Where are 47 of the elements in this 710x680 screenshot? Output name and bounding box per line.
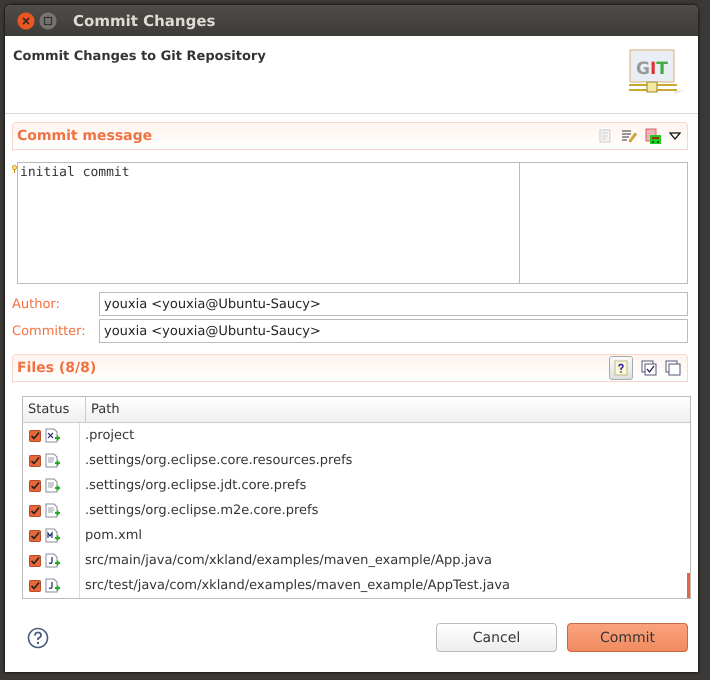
xml-file-icon: [45, 428, 61, 444]
lightbulb-icon: [12, 165, 17, 173]
committer-field[interactable]: youxia <youxia@Ubuntu-Saucy>: [99, 319, 688, 343]
message-field[interactable]: initial commit: [17, 162, 688, 284]
signoff-icon[interactable]: [645, 128, 661, 144]
pencil-icon[interactable]: [621, 128, 637, 144]
text-file-icon: [45, 452, 61, 468]
section-title: Commit message: [17, 128, 152, 144]
author-field[interactable]: youxia <youxia@Ubuntu-Saucy>: [99, 292, 688, 316]
checkbox[interactable]: [29, 454, 41, 466]
checkbox[interactable]: [29, 504, 41, 516]
checkbox[interactable]: [29, 430, 41, 442]
file-path[interactable]: src/test/java/com/xkland/examples/maven_example/AppTest.java: [80, 573, 510, 598]
java-file-icon: [45, 578, 61, 594]
help-icon[interactable]: [27, 626, 49, 648]
uncheck-all-icon[interactable]: [665, 360, 681, 376]
untracked-toggle[interactable]: [609, 356, 633, 380]
file-path[interactable]: .settings/org.eclipse.jdt.core.prefs: [80, 473, 306, 498]
committer-label: Committer:: [12, 324, 87, 338]
file-path[interactable]: src/main/java/com/xkland/examples/maven_example/App.java: [80, 548, 492, 573]
scroll-marker: [687, 573, 690, 598]
page-title: Commit Changes to Git Repository: [13, 49, 266, 66]
commit-button[interactable]: Commit: [567, 623, 688, 652]
file-path[interactable]: .settings/org.eclipse.m2e.core.prefs: [80, 498, 318, 523]
window-title: Commit Changes: [73, 12, 216, 30]
section-title: Files (8/8): [17, 360, 96, 376]
java-file-icon: [45, 552, 61, 568]
dropdown-icon[interactable]: [669, 131, 681, 141]
maximize-icon[interactable]: [39, 12, 57, 30]
column-header[interactable]: Path: [86, 397, 120, 422]
file-path[interactable]: pom.xml: [80, 523, 142, 548]
file-path[interactable]: .settings/org.eclipse.core.resources.prefs: [80, 448, 352, 473]
file-path[interactable]: .project: [80, 423, 134, 448]
text-file-icon: [45, 478, 61, 494]
checkbox[interactable]: [29, 530, 41, 542]
check-all-icon[interactable]: [641, 360, 657, 376]
git-logo: GIT: [628, 49, 688, 95]
checkbox[interactable]: [29, 554, 41, 566]
close-icon[interactable]: [17, 12, 35, 30]
checkbox[interactable]: [29, 580, 41, 592]
column-header[interactable]: Status: [23, 397, 86, 422]
cancel-button[interactable]: Cancel: [436, 623, 557, 652]
author-label: Author:: [12, 296, 61, 312]
checkbox[interactable]: [29, 480, 41, 492]
maven-file-icon: [45, 528, 61, 544]
text-file-icon: [45, 502, 61, 518]
question-document-icon: [614, 360, 628, 376]
